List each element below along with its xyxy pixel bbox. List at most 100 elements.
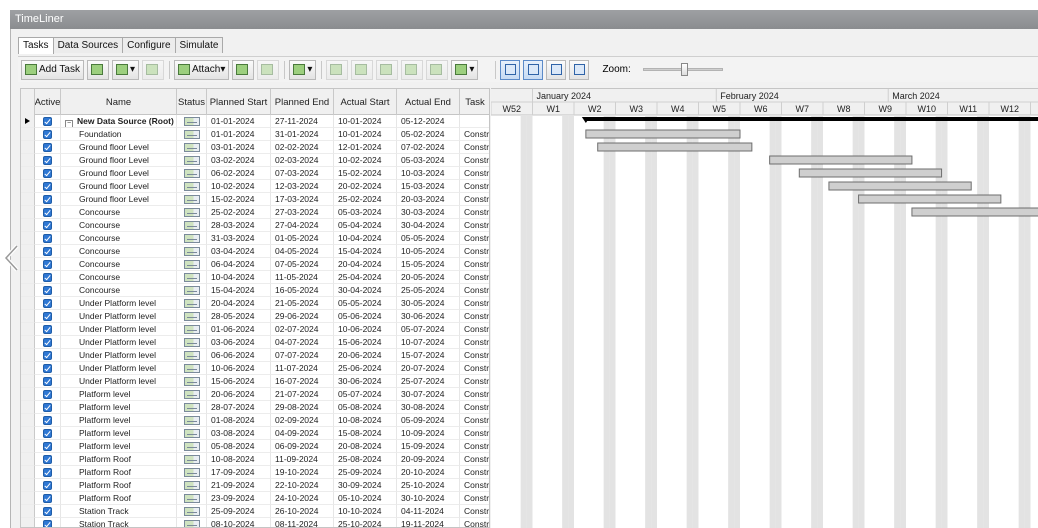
table-row[interactable]: Under Platform level 06-06-2024 07-07-2024… bbox=[21, 349, 489, 362]
planned-start-cell[interactable]: 05-08-2024 bbox=[207, 440, 271, 453]
row-header[interactable] bbox=[21, 453, 35, 466]
actual-start-cell[interactable]: 05-07-2024 bbox=[334, 388, 397, 401]
status-cell[interactable] bbox=[177, 154, 207, 167]
table-row[interactable]: Station Track 25-09-2024 26-10-2024 10-10-2… bbox=[21, 505, 489, 518]
actual-end-cell[interactable]: 25-10-2024 bbox=[397, 479, 460, 492]
planned-end-cell[interactable]: 04-05-2024 bbox=[271, 245, 334, 258]
table-row[interactable]: Concourse 06-04-2024 07-05-2024 20-04-2024 1… bbox=[21, 258, 489, 271]
row-header[interactable] bbox=[21, 284, 35, 297]
move-down-button[interactable] bbox=[351, 59, 374, 80]
actual-end-cell[interactable]: 10-09-2024 bbox=[397, 427, 460, 440]
planned-end-cell[interactable]: 16-05-2024 bbox=[271, 284, 334, 297]
planned-start-cell[interactable]: 03-08-2024 bbox=[207, 427, 271, 440]
task-name-cell[interactable]: Under Platform level bbox=[61, 310, 177, 323]
auto-attach-button[interactable] bbox=[232, 59, 255, 80]
actual-start-cell[interactable]: 20-02-2024 bbox=[334, 180, 397, 193]
collapse-icon[interactable]: − bbox=[65, 120, 73, 127]
active-checkbox[interactable] bbox=[35, 154, 61, 167]
row-header[interactable] bbox=[21, 401, 35, 414]
table-row[interactable]: Concourse 31-03-2024 01-05-2024 10-04-2024 0… bbox=[21, 232, 489, 245]
table-row[interactable]: Under Platform level 03-06-2024 04-07-2024… bbox=[21, 336, 489, 349]
actual-end-cell[interactable]: 25-07-2024 bbox=[397, 375, 460, 388]
row-header[interactable] bbox=[21, 115, 35, 128]
status-cell[interactable] bbox=[177, 427, 207, 440]
zoom-slider-thumb[interactable] bbox=[680, 63, 688, 76]
actual-end-cell[interactable]: 19-11-2024 bbox=[397, 518, 460, 527]
active-checkbox[interactable] bbox=[35, 141, 61, 154]
column-header-planned-start[interactable]: Planned Start bbox=[207, 89, 271, 115]
task-name-cell[interactable]: Ground floor Level bbox=[61, 141, 177, 154]
actual-start-cell[interactable]: 10-10-2024 bbox=[334, 505, 397, 518]
actual-end-cell[interactable]: 25-05-2024 bbox=[397, 284, 460, 297]
actual-start-cell[interactable]: 25-09-2024 bbox=[334, 466, 397, 479]
row-header[interactable] bbox=[21, 388, 35, 401]
table-row[interactable]: Platform level 01-08-2024 02-09-2024 10-08-… bbox=[21, 414, 489, 427]
status-cell[interactable] bbox=[177, 167, 207, 180]
task-type-cell[interactable]: Constr bbox=[460, 232, 489, 245]
active-checkbox[interactable] bbox=[35, 206, 61, 219]
row-header[interactable] bbox=[21, 323, 35, 336]
actual-end-cell[interactable]: 20-07-2024 bbox=[397, 362, 460, 375]
planned-start-cell[interactable]: 21-09-2024 bbox=[207, 479, 271, 492]
task-name-cell[interactable]: Platform level bbox=[61, 440, 177, 453]
task-type-cell[interactable]: Constr bbox=[460, 310, 489, 323]
task-name-cell[interactable]: Foundation bbox=[61, 128, 177, 141]
task-type-cell[interactable]: Constr bbox=[460, 141, 489, 154]
planned-end-cell[interactable]: 26-10-2024 bbox=[271, 505, 334, 518]
status-cell[interactable] bbox=[177, 219, 207, 232]
task-name-cell[interactable]: Under Platform level bbox=[61, 375, 177, 388]
active-checkbox[interactable] bbox=[35, 115, 61, 128]
actual-start-cell[interactable]: 10-01-2024 bbox=[334, 115, 397, 128]
actual-end-cell[interactable]: 20-10-2024 bbox=[397, 466, 460, 479]
zoom-slider[interactable] bbox=[642, 63, 723, 76]
active-checkbox[interactable] bbox=[35, 492, 61, 505]
status-cell[interactable] bbox=[177, 297, 207, 310]
gantt-chart[interactable]: W52W1W2W3W4W5W6W7W8W9W10W11W12WJanuary 2… bbox=[491, 88, 1038, 528]
row-header[interactable] bbox=[21, 336, 35, 349]
planned-start-cell[interactable]: 28-05-2024 bbox=[207, 310, 271, 323]
row-header[interactable] bbox=[21, 414, 35, 427]
planned-start-cell[interactable]: 03-06-2024 bbox=[207, 336, 271, 349]
actual-end-cell[interactable]: 05-02-2024 bbox=[397, 128, 460, 141]
table-row[interactable]: Platform Roof 17-09-2024 19-10-2024 25-09-2… bbox=[21, 466, 489, 479]
planned-start-cell[interactable]: 28-03-2024 bbox=[207, 219, 271, 232]
status-cell[interactable] bbox=[177, 323, 207, 336]
task-type-cell[interactable]: Constr bbox=[460, 414, 489, 427]
planned-end-cell[interactable]: 11-09-2024 bbox=[271, 453, 334, 466]
active-checkbox[interactable] bbox=[35, 232, 61, 245]
status-cell[interactable] bbox=[177, 453, 207, 466]
hide-gantt-button[interactable] bbox=[569, 59, 590, 80]
task-type-cell[interactable]: Constr bbox=[460, 453, 489, 466]
planned-start-cell[interactable]: 08-10-2024 bbox=[207, 518, 271, 527]
actual-end-cell[interactable]: 05-12-2024 bbox=[397, 115, 460, 128]
actual-start-cell[interactable]: 25-04-2024 bbox=[334, 271, 397, 284]
actual-start-cell[interactable]: 10-06-2024 bbox=[334, 323, 397, 336]
actual-start-cell[interactable]: 15-04-2024 bbox=[334, 245, 397, 258]
actual-end-cell[interactable]: 05-03-2024 bbox=[397, 154, 460, 167]
planned-start-cell[interactable]: 06-02-2024 bbox=[207, 167, 271, 180]
task-name-cell[interactable]: Under Platform level bbox=[61, 297, 177, 310]
outdent-button[interactable] bbox=[401, 59, 424, 80]
active-checkbox[interactable] bbox=[35, 271, 61, 284]
planned-end-cell[interactable]: 19-10-2024 bbox=[271, 466, 334, 479]
table-row[interactable]: Under Platform level 10-06-2024 11-07-2024… bbox=[21, 362, 489, 375]
table-row[interactable]: Concourse 10-04-2024 11-05-2024 25-04-2024 2… bbox=[21, 271, 489, 284]
column-header-task-type[interactable]: Task bbox=[460, 89, 489, 115]
status-cell[interactable] bbox=[177, 401, 207, 414]
actual-end-cell[interactable]: 15-07-2024 bbox=[397, 349, 460, 362]
active-checkbox[interactable] bbox=[35, 440, 61, 453]
task-type-cell[interactable]: Constr bbox=[460, 323, 489, 336]
row-header[interactable] bbox=[21, 479, 35, 492]
planned-start-cell[interactable]: 01-08-2024 bbox=[207, 414, 271, 427]
planned-start-cell[interactable]: 01-01-2024 bbox=[207, 115, 271, 128]
show-gantt-planned-button[interactable] bbox=[523, 59, 544, 80]
planned-start-cell[interactable]: 17-09-2024 bbox=[207, 466, 271, 479]
table-row[interactable]: Platform level 03-08-2024 04-09-2024 15-08-… bbox=[21, 427, 489, 440]
row-header[interactable] bbox=[21, 492, 35, 505]
actual-end-cell[interactable]: 04-11-2024 bbox=[397, 505, 460, 518]
status-cell[interactable] bbox=[177, 466, 207, 479]
task-name-cell[interactable]: Station Track bbox=[61, 518, 177, 527]
status-cell[interactable] bbox=[177, 206, 207, 219]
planned-start-cell[interactable]: 28-07-2024 bbox=[207, 401, 271, 414]
task-type-cell[interactable]: Constr bbox=[460, 193, 489, 206]
